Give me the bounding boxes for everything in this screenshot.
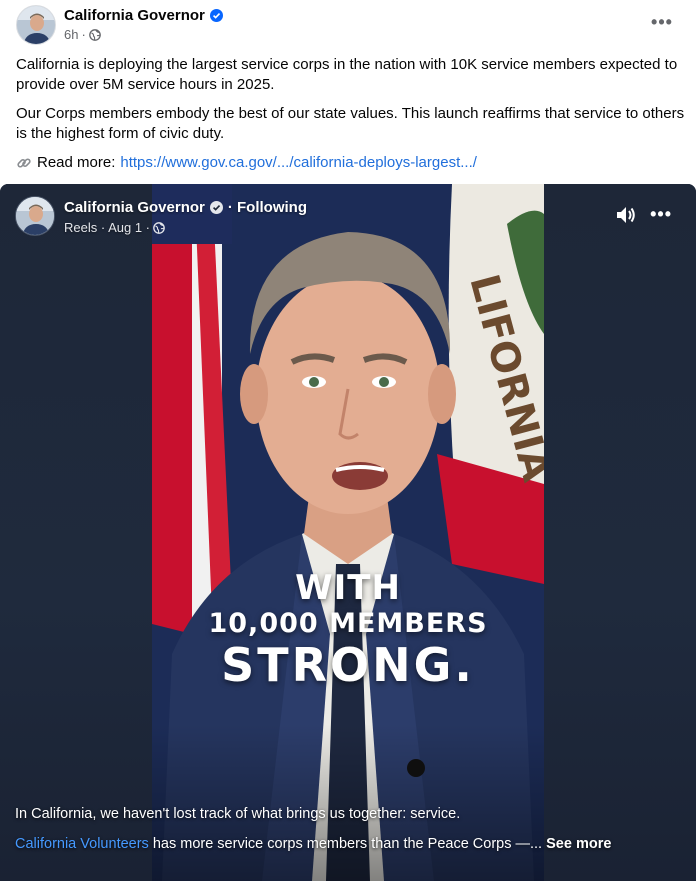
caption-line-2: California Volunteers has more service c… [15,834,615,854]
reel-video[interactable]: LIFORNIA [152,184,544,881]
verified-badge-icon [209,9,223,22]
post-meta: 6h · [64,27,101,42]
reel-more-options-icon[interactable]: ••• [650,204,672,225]
reel-caption: In California, we haven't lost track of … [15,804,615,854]
post-paragraph-2: Our Corps members embody the best of our… [16,105,685,142]
read-more-row: Read more: https://www.gov.ca.gov/.../ca… [16,153,686,173]
post-body: California is deploying the largest serv… [16,55,686,173]
verified-badge-icon [209,201,223,214]
reel-author-avatar[interactable] [15,196,55,236]
following-label[interactable]: · Following [228,199,307,216]
reel-card[interactable]: LIFORNIA WITH 10,000 MEMBERS STRONG. Cal… [0,184,696,881]
read-more-label: Read more: [37,154,116,171]
more-options-icon[interactable]: ••• [650,10,674,34]
globe-icon [153,221,165,234]
us-flag [152,184,232,634]
reel-author: California Governor · Following [64,199,307,216]
meta-separator: · [81,27,86,42]
california-volunteers-link[interactable]: California Volunteers [15,836,149,852]
video-text-line-3: STRONG. [221,638,475,692]
reel-meta: Reels · Aug 1 · [64,220,165,235]
author-avatar[interactable] [16,5,56,45]
caption-line-2-text: has more service corps members than the … [148,836,543,852]
caption-line-1: In California, we haven't lost track of … [15,806,461,822]
globe-icon [88,28,101,41]
video-text-line-2: 10,000 MEMBERS [208,608,488,639]
reel-header: California Governor · Following Reels · … [0,184,696,240]
author-name[interactable]: California Governor [64,7,223,24]
reel-source[interactable]: Reels · Aug 1 · [64,220,150,235]
post-header: California Governor 6h · ••• [0,0,700,48]
author-name-text[interactable]: California Governor [64,7,205,24]
sound-icon[interactable] [614,203,638,227]
post-time[interactable]: 6h [64,27,78,42]
link-icon [16,155,32,171]
read-more-link[interactable]: https://www.gov.ca.gov/.../california-de… [120,153,477,173]
post-paragraph-1: California is deploying the largest serv… [16,56,678,93]
see-more-button[interactable]: See more [542,836,611,852]
reel-author-name[interactable]: California Governor [64,199,205,216]
video-text-line-1: WITH [295,568,401,608]
